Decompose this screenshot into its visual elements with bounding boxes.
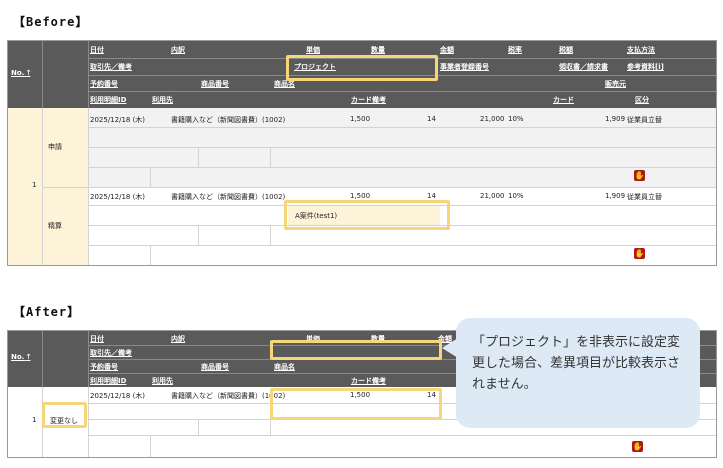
- hand-icon[interactable]: ✋: [634, 170, 645, 181]
- apply-price: 1,500: [350, 115, 371, 123]
- header-card[interactable]: カード: [553, 95, 574, 105]
- header-card-note[interactable]: カード備考: [351, 376, 386, 386]
- row-number: 1: [32, 181, 37, 189]
- no-header[interactable]: No. 🡑: [11, 353, 30, 364]
- header-product-no[interactable]: 商品番号: [201, 362, 229, 372]
- header-breakdown[interactable]: 内訳: [171, 334, 185, 344]
- header-reservation-no[interactable]: 予約番号: [90, 79, 118, 89]
- header-usage-place[interactable]: 利用先: [152, 95, 173, 105]
- header-vendor-note[interactable]: 取引先／備考: [90, 348, 132, 358]
- hand-icon[interactable]: ✋: [634, 248, 645, 259]
- apply-item: 書籍購入など（新聞図書費）(1002): [171, 116, 286, 124]
- header-reference[interactable]: 参考資料[i]: [627, 62, 664, 72]
- apply-tax-rate: 10%: [508, 115, 524, 123]
- settle-qty: 14: [427, 192, 436, 200]
- header-product-no[interactable]: 商品番号: [201, 79, 229, 89]
- header-product-name[interactable]: 商品名: [274, 362, 295, 372]
- no-header[interactable]: No. 🡑: [11, 69, 30, 80]
- settle-price: 1,500: [350, 192, 371, 200]
- status-highlight: [42, 402, 87, 428]
- header-reservation-no[interactable]: 予約番号: [90, 362, 118, 372]
- header-vendor-note[interactable]: 取引先／備考: [90, 62, 132, 72]
- header-breakdown[interactable]: 内訳: [171, 45, 185, 55]
- header-unit-price[interactable]: 単価: [306, 45, 320, 55]
- header-date[interactable]: 日付: [90, 45, 104, 55]
- callout-bubble: 「プロジェクト」を非表示に設定変更した場合、差異項目が比較表示されません。: [456, 318, 700, 428]
- after-item: 書籍購入など（新聞図書費）(1002): [171, 392, 286, 400]
- header-date[interactable]: 日付: [90, 334, 104, 344]
- header-tax[interactable]: 税額: [559, 45, 573, 55]
- sort-up-icon: 🡑: [26, 69, 31, 77]
- apply-tax: 1,909: [605, 115, 626, 123]
- header-payment[interactable]: 支払方法: [627, 45, 655, 55]
- apply-date: 2025/12/18 (木): [90, 116, 146, 124]
- header-statement-id[interactable]: 利用明細ID: [90, 95, 126, 105]
- project-value-highlight: [284, 200, 450, 230]
- header-amount[interactable]: 金額: [440, 45, 454, 55]
- project-header-highlight: [286, 55, 438, 81]
- header-statement-id[interactable]: 利用明細ID: [90, 376, 126, 386]
- apply-qty: 14: [427, 115, 436, 123]
- before-label: 【Before】: [13, 15, 89, 29]
- after-date: 2025/12/18 (木): [90, 392, 146, 400]
- settle-date: 2025/12/18 (木): [90, 193, 146, 201]
- header-category[interactable]: 区分: [635, 95, 649, 105]
- apply-payment: 従業員立替: [627, 116, 662, 124]
- settle-payment: 従業員立替: [627, 193, 662, 201]
- header-quantity[interactable]: 数量: [371, 45, 385, 55]
- header-card-note[interactable]: カード備考: [351, 95, 386, 105]
- after-label: 【After】: [13, 305, 81, 319]
- settle-tax: 1,909: [605, 192, 626, 200]
- hand-icon[interactable]: ✋: [632, 441, 643, 452]
- hidden-project-value-highlight: [270, 388, 442, 420]
- header-tax-rate[interactable]: 税率: [508, 45, 522, 55]
- settle-item: 書籍購入など（新聞図書費）(1002): [171, 193, 286, 201]
- settle-tax-rate: 10%: [508, 192, 524, 200]
- hidden-project-header-highlight: [270, 340, 442, 360]
- settle-amount: 21,000: [480, 192, 505, 200]
- apply-amount: 21,000: [480, 115, 505, 123]
- header-seller[interactable]: 販売元: [605, 79, 626, 89]
- settle-label: 精算: [48, 222, 62, 230]
- header-usage-place[interactable]: 利用先: [152, 376, 173, 386]
- row-number: 1: [32, 416, 37, 424]
- sort-up-icon: 🡑: [26, 353, 31, 361]
- header-registration-no[interactable]: 事業者登録番号: [440, 62, 489, 72]
- header-receipt[interactable]: 領収書／請求書: [559, 62, 608, 72]
- apply-label: 申請: [48, 143, 62, 151]
